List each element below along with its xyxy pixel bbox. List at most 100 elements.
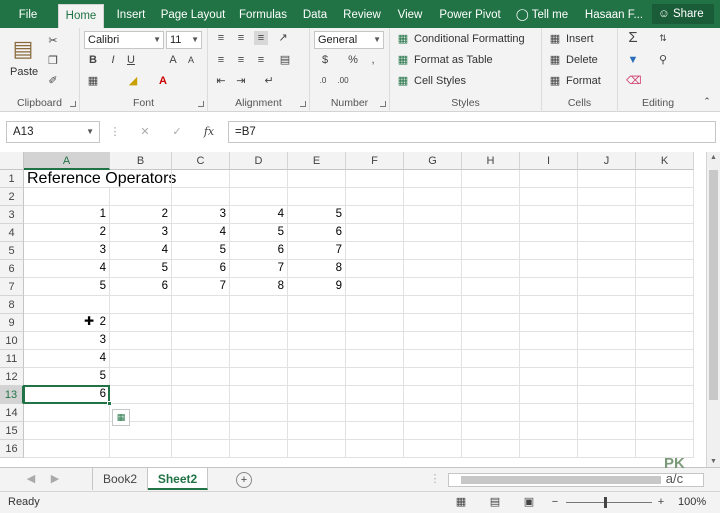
cell-e1[interactable] bbox=[288, 170, 346, 188]
cut-icon[interactable]: ✂ bbox=[46, 34, 60, 48]
cell-j2[interactable] bbox=[578, 188, 636, 206]
dialog-launcher-icon[interactable] bbox=[70, 101, 76, 107]
cell-a7[interactable]: 5 bbox=[24, 278, 110, 296]
cell-e11[interactable] bbox=[288, 350, 346, 368]
cell-i13[interactable] bbox=[520, 386, 578, 404]
cell-k7[interactable] bbox=[636, 278, 694, 296]
cell-a4[interactable]: 2 bbox=[24, 224, 110, 242]
cell-j9[interactable] bbox=[578, 314, 636, 332]
next-sheet-icon[interactable]: ▶ bbox=[48, 472, 62, 486]
cell-d13[interactable] bbox=[230, 386, 288, 404]
user-name[interactable]: Hasaan F... bbox=[582, 0, 646, 28]
zoom-out-icon[interactable]: − bbox=[548, 495, 562, 509]
cell-i3[interactable] bbox=[520, 206, 578, 224]
bold-icon[interactable]: B bbox=[86, 53, 100, 67]
cell-c8[interactable] bbox=[172, 296, 230, 314]
tab-insert[interactable]: Insert bbox=[110, 0, 152, 28]
cell-b1[interactable] bbox=[110, 170, 172, 188]
cell-f12[interactable] bbox=[346, 368, 404, 386]
cell-h15[interactable] bbox=[462, 422, 520, 440]
cell-a5[interactable]: 3 bbox=[24, 242, 110, 260]
cell-e13[interactable] bbox=[288, 386, 346, 404]
cell-k5[interactable] bbox=[636, 242, 694, 260]
cell-f8[interactable] bbox=[346, 296, 404, 314]
cell-i9[interactable] bbox=[520, 314, 578, 332]
row-header-14[interactable]: 14 bbox=[0, 404, 24, 422]
cell-i10[interactable] bbox=[520, 332, 578, 350]
fill-color-icon[interactable]: ◢ bbox=[126, 74, 140, 88]
row-header-6[interactable]: 6 bbox=[0, 260, 24, 278]
page-layout-view-icon[interactable]: ▤ bbox=[488, 495, 502, 509]
quick-analysis-icon[interactable]: ▦ bbox=[112, 409, 130, 426]
cell-e14[interactable] bbox=[288, 404, 346, 422]
cell-j10[interactable] bbox=[578, 332, 636, 350]
cell-k2[interactable] bbox=[636, 188, 694, 206]
cell-j1[interactable] bbox=[578, 170, 636, 188]
cell-a14[interactable] bbox=[24, 404, 110, 422]
merge-center-icon[interactable]: ▤ bbox=[278, 53, 292, 67]
clear-icon[interactable]: ⌫ bbox=[626, 74, 642, 88]
cell-h9[interactable] bbox=[462, 314, 520, 332]
cell-b5[interactable]: 4 bbox=[110, 242, 172, 260]
cell-k12[interactable] bbox=[636, 368, 694, 386]
cell-h12[interactable] bbox=[462, 368, 520, 386]
cell-a3[interactable]: 1 bbox=[24, 206, 110, 224]
cell-j8[interactable] bbox=[578, 296, 636, 314]
cell-c14[interactable] bbox=[172, 404, 230, 422]
italic-icon[interactable]: I bbox=[106, 53, 120, 67]
row-header-13[interactable]: 13 bbox=[0, 386, 24, 404]
cell-d14[interactable] bbox=[230, 404, 288, 422]
page-break-view-icon[interactable]: ▣ bbox=[522, 495, 536, 509]
cell-h16[interactable] bbox=[462, 440, 520, 458]
cell-f13[interactable] bbox=[346, 386, 404, 404]
cell-h6[interactable] bbox=[462, 260, 520, 278]
cell-f14[interactable] bbox=[346, 404, 404, 422]
paste-button[interactable]: Paste bbox=[10, 66, 38, 78]
cell-j14[interactable] bbox=[578, 404, 636, 422]
cell-e6[interactable]: 8 bbox=[288, 260, 346, 278]
zoom-slider-thumb[interactable] bbox=[604, 497, 607, 508]
cell-g15[interactable] bbox=[404, 422, 462, 440]
tab-power-pivot[interactable]: Power Pivot bbox=[434, 0, 506, 28]
cell-j15[interactable] bbox=[578, 422, 636, 440]
cell-c12[interactable] bbox=[172, 368, 230, 386]
sort-filter-icon[interactable]: ⇅ bbox=[656, 31, 670, 45]
cell-d3[interactable]: 4 bbox=[230, 206, 288, 224]
horizontal-scroll-thumb[interactable] bbox=[461, 476, 661, 484]
cell-k10[interactable] bbox=[636, 332, 694, 350]
cell-f3[interactable] bbox=[346, 206, 404, 224]
cell-e4[interactable]: 6 bbox=[288, 224, 346, 242]
cell-g2[interactable] bbox=[404, 188, 462, 206]
cell-d6[interactable]: 7 bbox=[230, 260, 288, 278]
cell-e5[interactable]: 7 bbox=[288, 242, 346, 260]
conditional-formatting-button[interactable]: Conditional Formatting bbox=[414, 33, 525, 45]
cell-f7[interactable] bbox=[346, 278, 404, 296]
row-header-9[interactable]: 9 bbox=[0, 314, 24, 332]
percent-icon[interactable]: % bbox=[346, 53, 360, 67]
currency-icon[interactable]: $ bbox=[318, 53, 332, 67]
cell-c10[interactable] bbox=[172, 332, 230, 350]
cell-g14[interactable] bbox=[404, 404, 462, 422]
row-header-2[interactable]: 2 bbox=[0, 188, 24, 206]
name-box[interactable]: A13 ▼ bbox=[6, 121, 100, 143]
row-header-5[interactable]: 5 bbox=[0, 242, 24, 260]
cell-d11[interactable] bbox=[230, 350, 288, 368]
cell-c6[interactable]: 6 bbox=[172, 260, 230, 278]
cell-i15[interactable] bbox=[520, 422, 578, 440]
dialog-launcher-icon[interactable] bbox=[198, 101, 204, 107]
cell-i1[interactable] bbox=[520, 170, 578, 188]
cell-b11[interactable] bbox=[110, 350, 172, 368]
cell-d15[interactable] bbox=[230, 422, 288, 440]
column-header-i[interactable]: I bbox=[520, 152, 578, 170]
insert-function-icon[interactable]: fx bbox=[202, 125, 216, 139]
cell-f2[interactable] bbox=[346, 188, 404, 206]
cell-i14[interactable] bbox=[520, 404, 578, 422]
cell-g4[interactable] bbox=[404, 224, 462, 242]
cell-h11[interactable] bbox=[462, 350, 520, 368]
dialog-launcher-icon[interactable] bbox=[300, 101, 306, 107]
cell-a1[interactable]: Reference Operators bbox=[24, 170, 176, 188]
cell-f9[interactable] bbox=[346, 314, 404, 332]
cell-b10[interactable] bbox=[110, 332, 172, 350]
cell-b3[interactable]: 2 bbox=[110, 206, 172, 224]
scroll-down-icon[interactable]: ▼ bbox=[707, 458, 720, 465]
